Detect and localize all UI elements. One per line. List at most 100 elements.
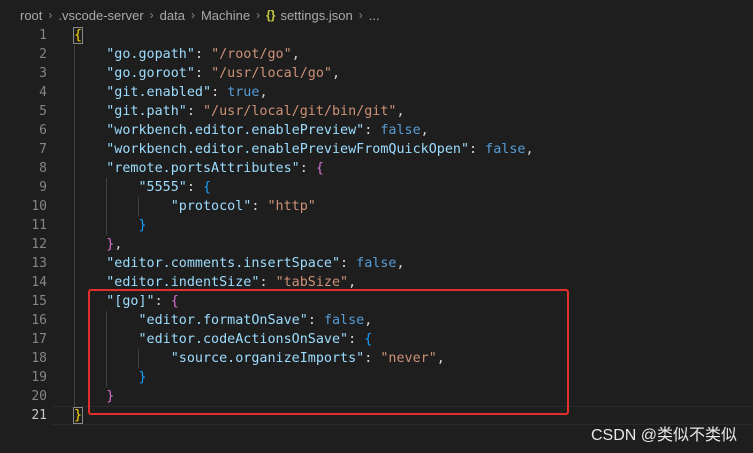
code-line[interactable]: "go.goroot": "/usr/local/go", — [74, 64, 340, 83]
code-token: : — [364, 123, 381, 138]
line-number: 7 — [39, 142, 47, 157]
line-number: 5 — [39, 104, 47, 119]
code-token: "protocol" — [170, 199, 252, 214]
code-line[interactable]: "editor.comments.insertSpace": false, — [74, 254, 405, 273]
code-token: : — [194, 47, 212, 62]
line-number: 11 — [31, 218, 47, 233]
code-token: "/root/go" — [211, 47, 292, 62]
breadcrumb-item-data[interactable]: data — [160, 8, 185, 23]
code-token: "go.gopath" — [106, 47, 195, 62]
line-number: 14 — [31, 275, 47, 290]
code-token: "editor.comments.insertSpace" — [106, 256, 341, 271]
code-token: "5555" — [138, 180, 187, 195]
line-number: 3 — [39, 66, 47, 81]
line-number: 1 — [39, 28, 47, 43]
code-token: "/usr/local/git/bin/git" — [203, 104, 397, 119]
chevron-right-icon: › — [190, 8, 195, 22]
code-token: false — [356, 256, 397, 271]
breadcrumb-item-root[interactable]: root — [20, 8, 42, 23]
code-token: "remote.portsAttributes" — [106, 161, 300, 176]
code-token: , — [259, 85, 268, 100]
code-token: : — [469, 142, 486, 157]
line-number: 21 — [31, 408, 47, 423]
line-number: 6 — [39, 123, 47, 138]
code-token: "git.enabled" — [106, 85, 212, 100]
line-number: 17 — [31, 332, 47, 347]
code-token: { — [203, 180, 212, 195]
code-token: , — [332, 66, 341, 81]
code-line[interactable]: "git.path": "/usr/local/git/bin/git", — [74, 102, 404, 121]
code-token: } — [72, 407, 84, 424]
code-line[interactable]: { — [72, 26, 84, 45]
code-token: : — [186, 180, 203, 195]
annotation-highlight-box — [88, 289, 569, 415]
code-line[interactable]: "protocol": "http" — [74, 197, 316, 216]
code-token: "/usr/local/go" — [211, 66, 332, 81]
code-token: "tabSize" — [275, 275, 349, 290]
code-token: "go.goroot" — [106, 66, 195, 81]
code-line[interactable]: "git.enabled": true, — [74, 83, 268, 102]
line-number: 19 — [31, 370, 47, 385]
code-line[interactable]: "go.gopath": "/root/go", — [74, 45, 300, 64]
line-number: 9 — [39, 180, 47, 195]
breadcrumb-item-machine[interactable]: Machine — [201, 8, 250, 23]
line-number: 10 — [31, 199, 47, 214]
code-line[interactable]: "remote.portsAttributes": { — [74, 159, 324, 178]
code-token: } — [138, 218, 147, 233]
line-number: 20 — [31, 389, 47, 404]
code-token: : — [340, 256, 357, 271]
line-number: 15 — [31, 294, 47, 309]
code-token: "editor.indentSize" — [106, 275, 260, 290]
code-token: : — [251, 199, 268, 214]
json-file-icon: {} — [266, 8, 276, 22]
code-token: , — [420, 123, 429, 138]
line-number: 18 — [31, 351, 47, 366]
breadcrumb-ellipsis[interactable]: ... — [369, 8, 380, 23]
code-token: "http" — [267, 199, 316, 214]
line-number: 2 — [39, 47, 47, 62]
code-line[interactable]: } — [72, 406, 84, 425]
chevron-right-icon: › — [48, 8, 53, 22]
line-number: 16 — [31, 313, 47, 328]
code-token: { — [72, 27, 84, 44]
code-token: : — [299, 161, 316, 176]
code-token: , — [114, 237, 123, 252]
code-line[interactable]: } — [74, 216, 147, 235]
code-token: false — [485, 142, 526, 157]
code-token: "workbench.editor.enablePreview" — [106, 123, 365, 138]
breadcrumb-item-settings-json[interactable]: settings.json — [280, 8, 352, 23]
chevron-right-icon: › — [358, 8, 363, 22]
code-line[interactable]: "5555": { — [74, 178, 212, 197]
code-token: , — [348, 275, 357, 290]
code-token: false — [380, 123, 421, 138]
code-token: : — [186, 104, 203, 119]
code-line[interactable]: "workbench.editor.enablePreviewFromQuick… — [74, 140, 533, 159]
line-number: 13 — [31, 256, 47, 271]
code-token: : — [211, 85, 228, 100]
line-number-gutter: 1 2 3 4 5 6 7 8 9 10 11 12 13 14 15 16 17 18 19 20 21 — [0, 25, 52, 453]
breadcrumb-item-vscode-server[interactable]: .vscode-server — [58, 8, 143, 23]
line-number: 8 — [39, 161, 47, 176]
code-token: : — [194, 66, 212, 81]
line-number: 4 — [39, 85, 47, 100]
code-token: true — [227, 85, 260, 100]
code-token: , — [291, 47, 300, 62]
code-token: "git.path" — [106, 104, 187, 119]
code-line[interactable]: }, — [74, 235, 122, 254]
chevron-right-icon: › — [256, 8, 261, 22]
code-line[interactable]: "workbench.editor.enablePreview": false, — [74, 121, 429, 140]
code-token: , — [396, 256, 405, 271]
watermark: CSDN @类似不类似 — [590, 427, 737, 444]
line-number: 12 — [31, 237, 47, 252]
